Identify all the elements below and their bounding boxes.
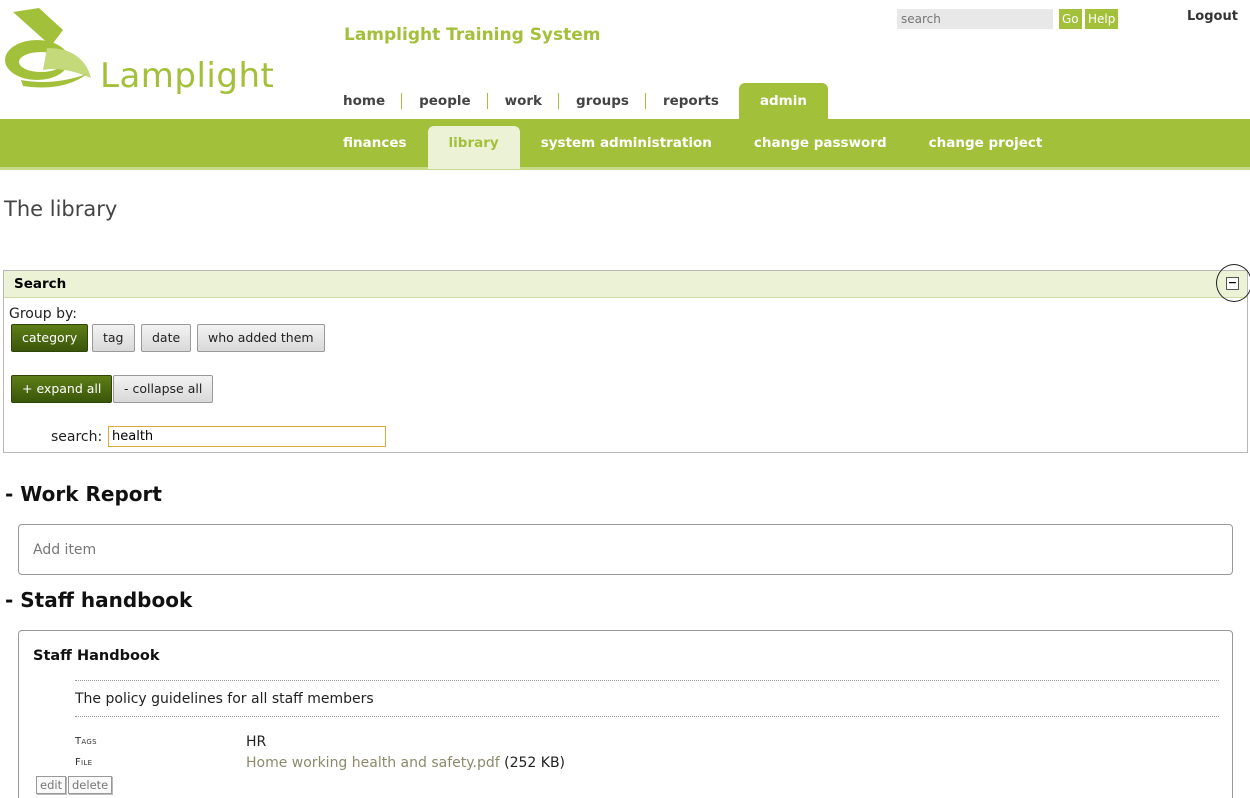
main-nav: home people work groups reports admin xyxy=(326,83,828,119)
group-by-tag-button[interactable]: tag xyxy=(92,324,135,352)
nav-reports[interactable]: reports xyxy=(646,83,736,119)
library-search-input[interactable] xyxy=(108,426,386,447)
subnav-change-password[interactable]: change password xyxy=(733,126,908,169)
highlight-ring xyxy=(1216,264,1250,302)
lamp-icon xyxy=(5,8,91,88)
expand-all-button[interactable]: + expand all xyxy=(11,375,113,403)
document-title: Staff Handbook xyxy=(33,648,160,664)
edit-button[interactable]: edit xyxy=(36,776,67,794)
file-size: (252 KB) xyxy=(504,755,566,771)
file-key: File xyxy=(75,757,93,768)
group-by-category-button[interactable]: category xyxy=(11,324,89,352)
document-description: The policy guidelines for all staff memb… xyxy=(75,691,374,707)
logo-text: Lamplight xyxy=(100,56,275,96)
search-panel: Search − Group by: category tag date who… xyxy=(3,270,1248,453)
logout-link[interactable]: Logout xyxy=(1187,9,1238,24)
subnav-change-project[interactable]: change project xyxy=(908,126,1064,169)
nav-home[interactable]: home xyxy=(326,83,403,119)
library-search-label: search: xyxy=(51,429,103,445)
section-heading-work-report[interactable]: - Work Report xyxy=(5,482,162,506)
tags-value: HR xyxy=(246,734,267,750)
add-item-box[interactable]: Add item xyxy=(18,524,1233,575)
document-card: Staff Handbook The policy guidelines for… xyxy=(18,630,1233,798)
group-by-who-added-button[interactable]: who added them xyxy=(197,324,325,352)
divider xyxy=(75,716,1219,717)
lamplight-logo[interactable]: Lamplight xyxy=(3,8,274,96)
nav-people[interactable]: people xyxy=(402,83,488,119)
nav-work[interactable]: work xyxy=(488,83,560,119)
global-search-input[interactable] xyxy=(897,9,1053,29)
file-entry: Home working health and safety.pdf (252 … xyxy=(246,755,565,771)
sub-nav: finances library system administration c… xyxy=(322,126,1063,169)
divider xyxy=(75,680,1219,681)
page-title: The library xyxy=(4,197,118,221)
help-button[interactable]: Help xyxy=(1085,9,1119,29)
delete-button[interactable]: delete xyxy=(68,776,113,794)
collapse-all-button[interactable]: - collapse all xyxy=(113,375,214,403)
subnav-library[interactable]: library xyxy=(427,126,520,169)
nav-groups[interactable]: groups xyxy=(559,83,646,119)
tags-key: Tags xyxy=(75,736,97,747)
app-title: Lamplight Training System xyxy=(344,25,601,45)
group-by-label: Group by: xyxy=(9,306,77,322)
subnav-finances[interactable]: finances xyxy=(322,126,428,169)
file-link[interactable]: Home working health and safety.pdf xyxy=(246,755,500,771)
search-panel-header: Search − xyxy=(4,271,1247,298)
group-by-date-button[interactable]: date xyxy=(141,324,192,352)
nav-admin[interactable]: admin xyxy=(738,83,828,119)
go-button[interactable]: Go xyxy=(1059,9,1082,29)
subnav-system-administration[interactable]: system administration xyxy=(520,126,733,169)
search-panel-title: Search xyxy=(14,276,67,292)
section-heading-staff-handbook[interactable]: - Staff handbook xyxy=(5,588,192,612)
